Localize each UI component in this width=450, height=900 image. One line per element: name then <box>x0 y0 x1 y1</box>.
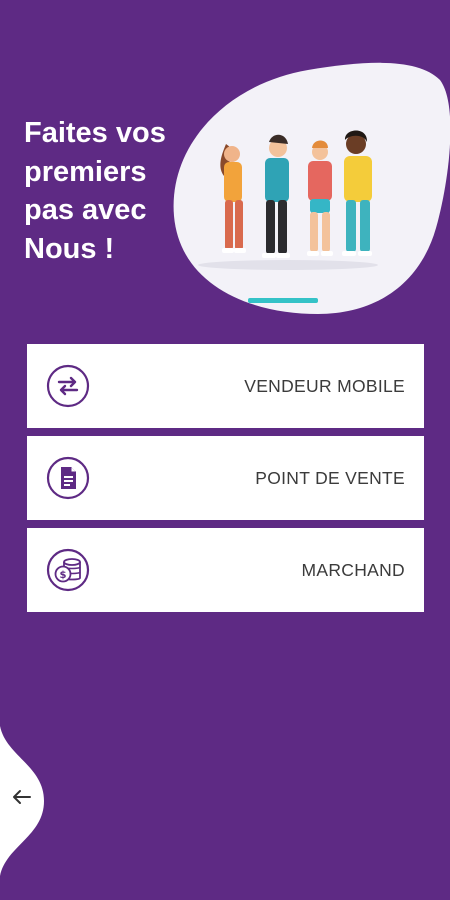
point-de-vente-label: POINT DE VENTE <box>255 467 405 488</box>
coins-icon: $ <box>46 548 90 592</box>
marchand-label: MARCHAND <box>301 559 405 580</box>
svg-text:$: $ <box>60 570 67 581</box>
back-tab-shape <box>0 726 44 876</box>
back-button[interactable] <box>0 726 48 876</box>
document-icon <box>46 456 90 500</box>
role-menu: VENDEUR MOBILE POINT DE VENTE $ MARCHAND <box>27 344 424 620</box>
vendeur-mobile-button[interactable]: VENDEUR MOBILE <box>27 344 424 428</box>
transfer-arrows-icon <box>46 364 90 408</box>
illustration-accent-line <box>248 298 318 303</box>
vendeur-mobile-label: VENDEUR MOBILE <box>244 375 405 396</box>
marchand-button[interactable]: $ MARCHAND <box>27 528 424 612</box>
point-de-vente-button[interactable]: POINT DE VENTE <box>27 436 424 520</box>
hero-illustration <box>173 62 450 314</box>
